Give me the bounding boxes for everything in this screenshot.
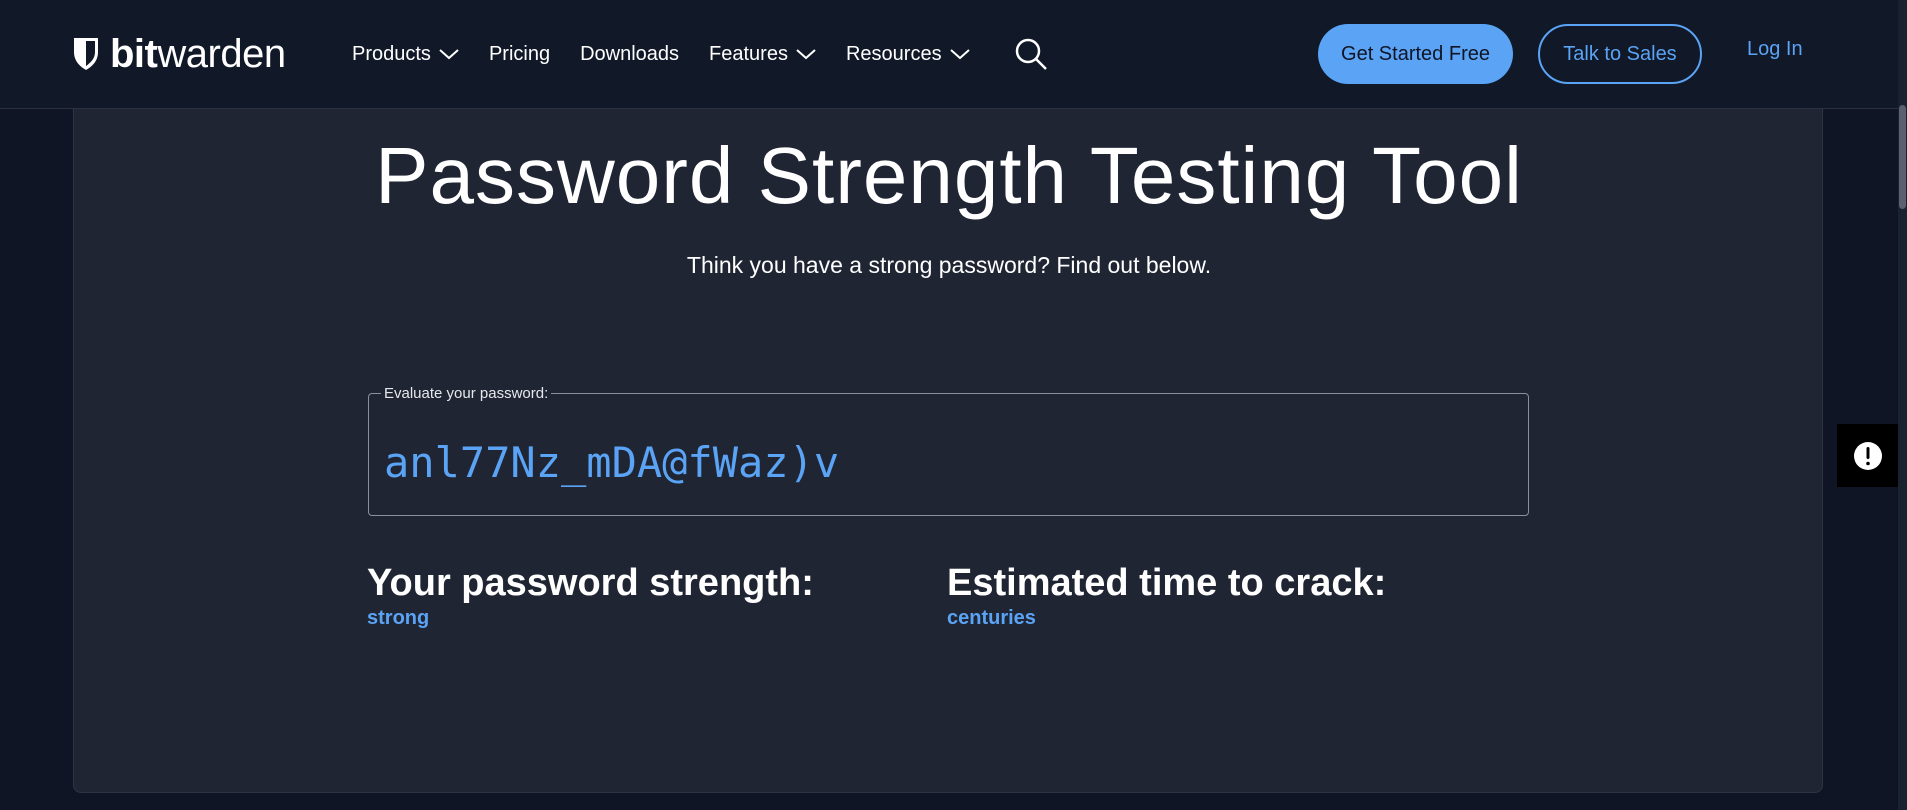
chevron-down-icon [949,49,970,60]
page-title: Password Strength Testing Tool [375,131,1523,220]
primary-navigation: Products Pricing Downloads Features Reso… [352,38,1048,70]
nav-downloads[interactable]: Downloads [580,43,679,66]
nav-features[interactable]: Features [709,43,816,66]
nav-products-label: Products [352,42,431,65]
chevron-down-icon [439,49,459,60]
strength-value: strong [367,607,430,629]
top-navbar: bitwarden Products Pricing Downloads Fea… [0,0,1898,109]
nav-pricing[interactable]: Pricing [489,43,550,66]
nav-products[interactable]: Products [352,43,459,66]
get-started-free-button[interactable]: Get Started Free [1318,24,1513,84]
page-subtitle: Think you have a strong password? Find o… [686,252,1212,278]
search-icon[interactable] [1014,37,1048,71]
strength-result: Your password strength: strong [367,562,814,630]
nav-pricing-label: Pricing [488,42,551,65]
nav-downloads-label: Downloads [580,42,680,65]
strength-heading: Your password strength: [367,562,814,604]
bitwarden-logo[interactable]: bitwarden [72,32,286,76]
log-in-link[interactable]: Log In [1747,38,1803,61]
logo-wordmark: bitwarden [110,32,286,76]
crack-time-result: Estimated time to crack: centuries [947,562,1386,630]
nav-resources-label: Resources [845,42,942,65]
password-evaluator-field: Evaluate your password: [368,385,1529,516]
password-input[interactable] [384,432,1504,492]
nav-features-label: Features [709,42,788,65]
talk-to-sales-button[interactable]: Talk to Sales [1538,24,1702,84]
chevron-down-icon [796,49,816,60]
crack-time-heading: Estimated time to crack: [947,562,1387,604]
crack-time-value: centuries [947,607,1036,629]
password-field-label: Evaluate your password: [384,385,549,402]
nav-resources[interactable]: Resources [846,43,970,66]
feedback-icon [1853,441,1882,470]
shield-icon [74,38,98,70]
scrollbar-thumb[interactable] [1899,105,1906,209]
page-scrollbar[interactable] [1898,0,1907,810]
feedback-tab[interactable] [1837,424,1898,487]
